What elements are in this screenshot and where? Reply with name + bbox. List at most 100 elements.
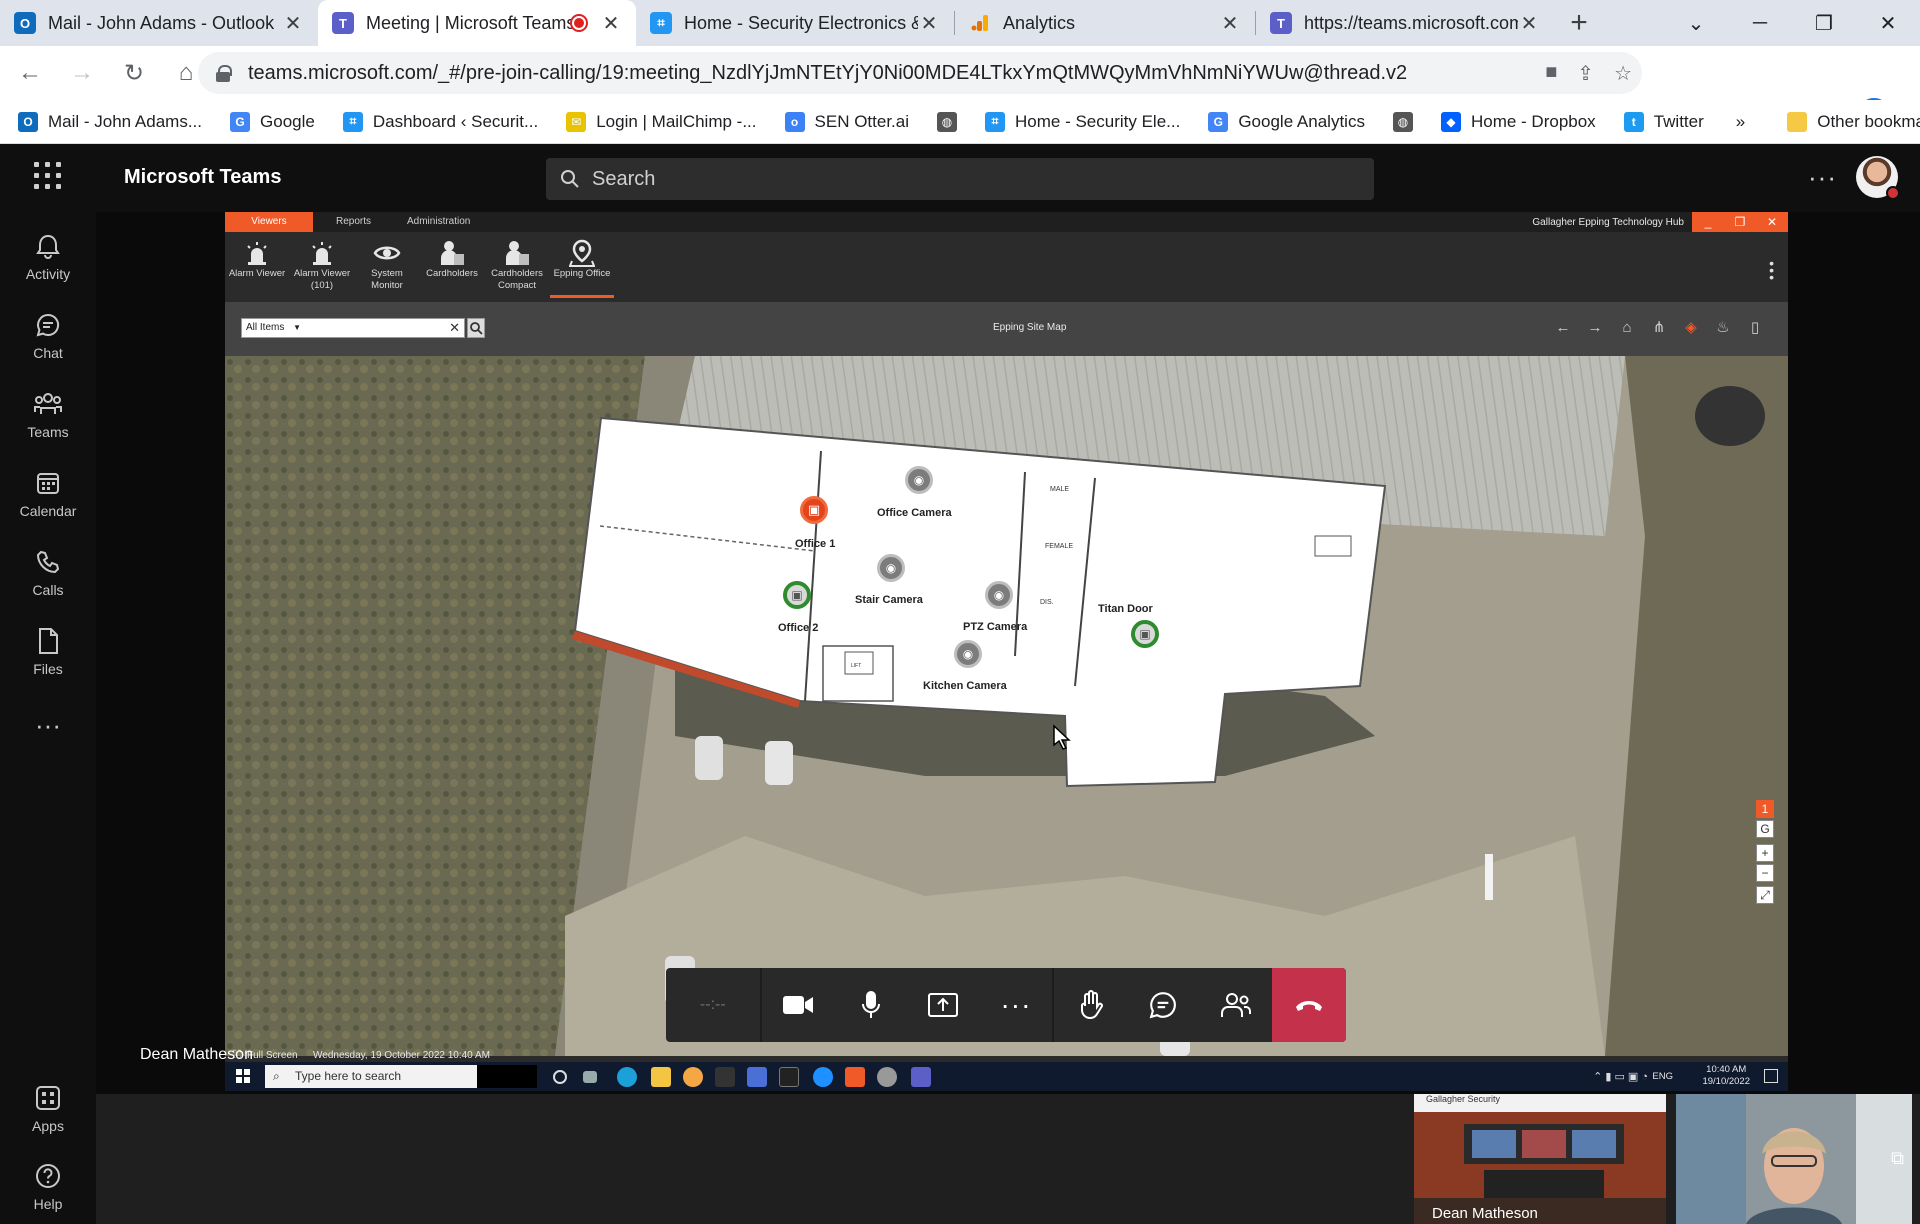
g-close-button[interactable]: ✕ bbox=[1756, 212, 1788, 232]
more-options-icon[interactable]: ··· bbox=[1808, 162, 1837, 193]
rail-item-apps[interactable]: Apps bbox=[0, 1082, 96, 1134]
door-office-2[interactable]: ▣ bbox=[783, 581, 811, 609]
g-restore-button[interactable]: ❐ bbox=[1724, 212, 1756, 232]
bookmark-item[interactable]: ◍ bbox=[937, 111, 967, 132]
close-window-button[interactable]: ✕ bbox=[1856, 0, 1920, 46]
app-launcher-icon[interactable] bbox=[34, 162, 62, 190]
gallagher-icon[interactable] bbox=[845, 1067, 865, 1087]
ribbon-epping-office[interactable]: Epping Office bbox=[550, 238, 614, 298]
rail-item-teams[interactable]: Teams bbox=[0, 388, 96, 440]
terminal-icon[interactable] bbox=[779, 1067, 799, 1087]
rail-item-files[interactable]: Files bbox=[0, 625, 96, 677]
reload-icon[interactable]: ↻ bbox=[112, 51, 156, 95]
camera-office[interactable]: ◉ bbox=[905, 466, 933, 494]
bookmark-star-icon[interactable]: ☆ bbox=[1614, 61, 1632, 86]
close-icon[interactable]: ✕ bbox=[282, 11, 304, 36]
site-map[interactable]: MALE FEMALE DIS. LIFT ▣ Office 1 ◉ Offic… bbox=[225, 356, 1788, 1056]
door-alarm-office-1[interactable]: ▣ bbox=[800, 496, 828, 524]
ribbon-cardholders-compact[interactable]: Cardholders Compact bbox=[485, 238, 549, 292]
windows-start-icon[interactable] bbox=[236, 1069, 250, 1083]
browser-tab-security-electronics[interactable]: ⌗ Home - Security Electronics & ✕ bbox=[636, 0, 954, 46]
rail-item-help[interactable]: Help bbox=[0, 1160, 96, 1212]
bookmark-item[interactable]: O Mail - John Adams... bbox=[18, 111, 202, 132]
participant-tile-1[interactable]: Gallagher Security Dean Matheson bbox=[1414, 1094, 1666, 1224]
bookmark-item[interactable]: ✉ Login | MailChimp -... bbox=[566, 111, 757, 132]
rail-item-calendar[interactable]: Calendar bbox=[0, 467, 96, 519]
browser-tab-outlook[interactable]: O Mail - John Adams - Outlook ✕ bbox=[0, 0, 318, 46]
more-actions-button[interactable]: ··· bbox=[980, 968, 1053, 1042]
restore-button[interactable]: ❐ bbox=[1792, 0, 1856, 46]
ribbon-cardholders[interactable]: Cardholders bbox=[420, 238, 484, 280]
language-indicator[interactable]: ENG bbox=[1652, 1071, 1673, 1082]
other-bookmarks-folder[interactable]: Other bookmarks bbox=[1787, 111, 1920, 132]
forward-arrow-icon[interactable]: → bbox=[1586, 318, 1604, 336]
bookmark-item[interactable]: t Twitter bbox=[1623, 111, 1704, 132]
camera-ptz[interactable]: ◉ bbox=[985, 581, 1013, 609]
share-icon[interactable]: ⇪ bbox=[1577, 61, 1594, 86]
raise-hand-button[interactable] bbox=[1054, 968, 1127, 1042]
bookmark-item[interactable]: o SEN Otter.ai bbox=[784, 111, 909, 132]
home-icon[interactable]: ⌂ bbox=[1618, 318, 1636, 336]
new-tab-button[interactable]: + bbox=[1554, 0, 1604, 46]
camera-stair[interactable]: ◉ bbox=[877, 554, 905, 582]
notification-icon[interactable] bbox=[1764, 1069, 1778, 1083]
ribbon-system-monitor[interactable]: System Monitor bbox=[355, 238, 419, 292]
tab-viewers[interactable]: Viewers bbox=[225, 212, 313, 232]
explorer-icon[interactable] bbox=[651, 1067, 671, 1087]
cortana-icon[interactable] bbox=[553, 1070, 567, 1084]
tab-administration[interactable]: Administration bbox=[393, 212, 484, 232]
tab-search-chevron-icon[interactable]: ⌄ bbox=[1664, 0, 1728, 46]
door-titan[interactable]: ▣ bbox=[1131, 620, 1159, 648]
settings-icon[interactable] bbox=[877, 1067, 897, 1087]
camera-blocked-icon[interactable]: ■ bbox=[1545, 61, 1557, 86]
zoom-in-button[interactable]: + bbox=[1756, 844, 1774, 862]
participant-tile-2[interactable]: ⧉ bbox=[1676, 1094, 1912, 1224]
leave-call-button[interactable] bbox=[1272, 968, 1346, 1042]
ribbon-alarm-viewer[interactable]: Alarm Viewer bbox=[225, 238, 289, 280]
microphone-button[interactable] bbox=[834, 968, 907, 1042]
browser-tab-teams-url[interactable]: T https://teams.microsoft.com/ ✕ bbox=[1256, 0, 1554, 46]
share-screen-button[interactable] bbox=[907, 968, 980, 1042]
fullscreen-label[interactable]: Full Screen bbox=[247, 1050, 298, 1061]
zoom-out-button[interactable]: − bbox=[1756, 864, 1774, 882]
tag-icon[interactable]: ◈ bbox=[1682, 318, 1700, 336]
edge-icon[interactable] bbox=[617, 1067, 637, 1087]
kebab-menu-icon[interactable]: • • • bbox=[1769, 256, 1774, 284]
back-arrow-icon[interactable]: ← bbox=[1554, 318, 1572, 336]
app-icon[interactable] bbox=[747, 1067, 767, 1087]
teams-icon[interactable] bbox=[911, 1067, 931, 1087]
taskbar-clock[interactable]: 10:40 AM 19/10/2022 bbox=[1702, 1064, 1750, 1088]
tray-icons[interactable]: ⌃ ▮ ▭ ▣ ◔ bbox=[1593, 1070, 1648, 1083]
app-icon[interactable] bbox=[715, 1067, 735, 1087]
rail-item-activity[interactable]: Activity bbox=[0, 230, 96, 282]
close-icon[interactable]: ✕ bbox=[1518, 11, 1540, 36]
bookmarks-overflow-button[interactable]: » bbox=[1736, 112, 1745, 132]
address-bar[interactable]: teams.microsoft.com/_#/pre-join-calling/… bbox=[198, 52, 1642, 94]
search-button[interactable] bbox=[467, 318, 485, 338]
chat-button[interactable] bbox=[1127, 968, 1200, 1042]
filter-dropdown[interactable]: All Items ▼ ✕ bbox=[241, 318, 465, 338]
bookmark-item[interactable]: ◍ bbox=[1392, 111, 1423, 132]
rail-item-calls[interactable]: Calls bbox=[0, 546, 96, 598]
browser-tab-teams-meeting[interactable]: T Meeting | Microsoft Teams ✕ bbox=[318, 0, 636, 46]
more-apps-icon[interactable]: ··· bbox=[0, 710, 96, 741]
task-view-icon[interactable] bbox=[583, 1071, 597, 1083]
rail-item-chat[interactable]: Chat bbox=[0, 309, 96, 361]
back-arrow-icon[interactable]: ← bbox=[8, 51, 52, 95]
app-icon[interactable] bbox=[813, 1067, 833, 1087]
close-icon[interactable]: ✕ bbox=[600, 11, 622, 36]
alarm-icon[interactable]: ♨ bbox=[1714, 318, 1732, 336]
ribbon-alarm-viewer-101[interactable]: Alarm Viewer (101) bbox=[290, 238, 354, 292]
forward-arrow-icon[interactable]: → bbox=[60, 51, 104, 95]
taskbar-search-input[interactable]: ⌕ Type here to search bbox=[265, 1065, 477, 1088]
search-input[interactable]: Search bbox=[546, 158, 1374, 200]
bookmark-item[interactable]: G Google Analytics bbox=[1208, 111, 1365, 132]
floor-1-button[interactable]: 1 bbox=[1756, 800, 1774, 818]
clear-icon[interactable]: ✕ bbox=[449, 319, 460, 337]
tab-reports[interactable]: Reports bbox=[322, 212, 385, 232]
close-icon[interactable]: ✕ bbox=[1219, 11, 1241, 36]
pin-icon[interactable]: ▯ bbox=[1746, 318, 1764, 336]
chrome-icon[interactable] bbox=[683, 1067, 703, 1087]
browser-tab-analytics[interactable]: Analytics ✕ bbox=[955, 0, 1255, 46]
bookmark-item[interactable]: G Google bbox=[230, 111, 315, 132]
